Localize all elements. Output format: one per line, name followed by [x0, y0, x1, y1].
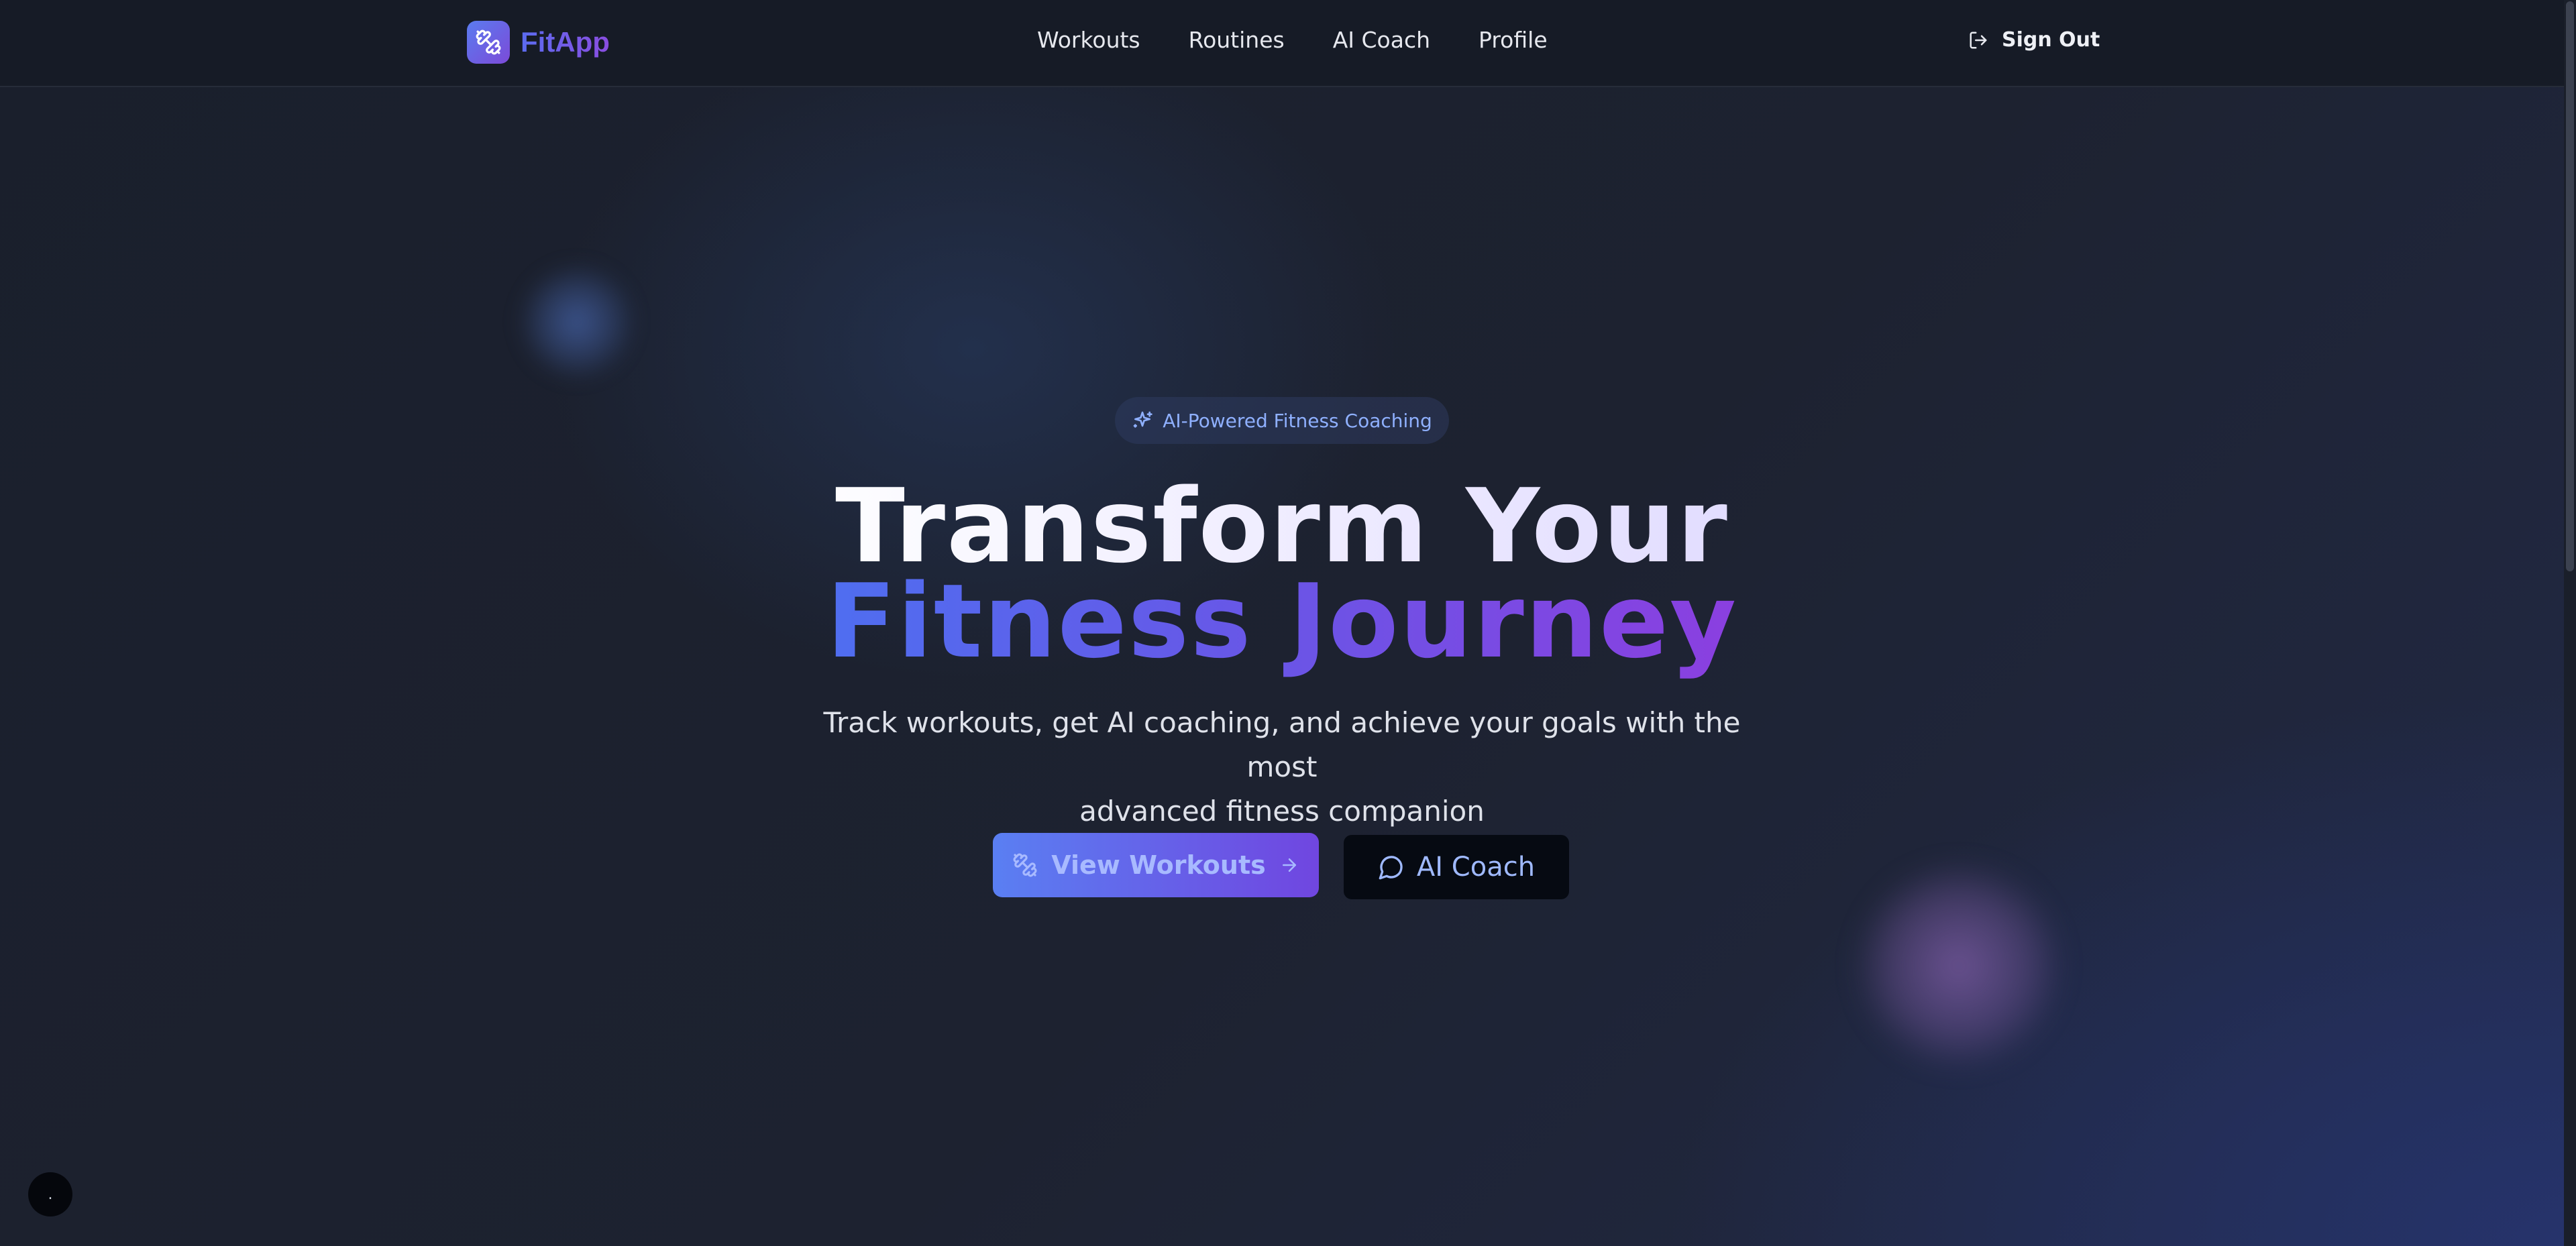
floating-action-label: . — [48, 1186, 53, 1203]
view-workouts-label: View Workouts — [1051, 850, 1266, 880]
nav-item-ai-coach[interactable]: AI Coach — [1333, 27, 1430, 53]
nav-item-routines[interactable]: Routines — [1189, 27, 1285, 53]
decorative-purple-glow — [1851, 858, 2066, 1073]
hero-subtitle: Track workouts, get AI coaching, and ach… — [805, 701, 1759, 834]
hero-badge-label: AI-Powered Fitness Coaching — [1163, 409, 1432, 432]
scrollbar-thumb[interactable] — [2566, 1, 2574, 571]
vertical-scrollbar[interactable] — [2564, 0, 2576, 1246]
sign-out-label: Sign Out — [2002, 28, 2100, 52]
hero-subtitle-line2: advanced fitness companion — [1079, 795, 1485, 828]
log-out-icon — [1968, 30, 1988, 50]
sign-out-button[interactable]: Sign Out — [1968, 28, 2100, 52]
dumbbell-icon — [467, 21, 510, 64]
dumbbell-icon — [1012, 852, 1038, 878]
ai-coach-button[interactable]: AI Coach — [1344, 835, 1569, 899]
message-circle-icon — [1378, 854, 1405, 881]
app-name: FitApp — [521, 26, 610, 58]
main-nav: Workouts Routines AI Coach Profile — [1037, 27, 1548, 53]
sparkles-icon — [1132, 410, 1153, 431]
hero-subtitle-line1: Track workouts, get AI coaching, and ach… — [823, 706, 1741, 783]
arrow-right-icon — [1279, 855, 1299, 875]
decorative-blue-glow — [517, 262, 637, 382]
view-workouts-button[interactable]: View Workouts — [993, 833, 1319, 897]
ai-coach-label: AI Coach — [1416, 852, 1536, 883]
hero-badge: AI-Powered Fitness Coaching — [1115, 397, 1449, 444]
logo[interactable]: FitApp — [467, 21, 610, 64]
hero-title-line2: Fitness Journey — [826, 562, 1738, 681]
floating-action-button[interactable]: . — [28, 1172, 72, 1216]
hero-title-line2-wrapper: Fitness Journey — [0, 565, 2564, 679]
nav-item-profile[interactable]: Profile — [1479, 27, 1548, 53]
nav-item-workouts[interactable]: Workouts — [1037, 27, 1140, 53]
top-navbar: FitApp Workouts Routines AI Coach Profil… — [0, 0, 2564, 87]
